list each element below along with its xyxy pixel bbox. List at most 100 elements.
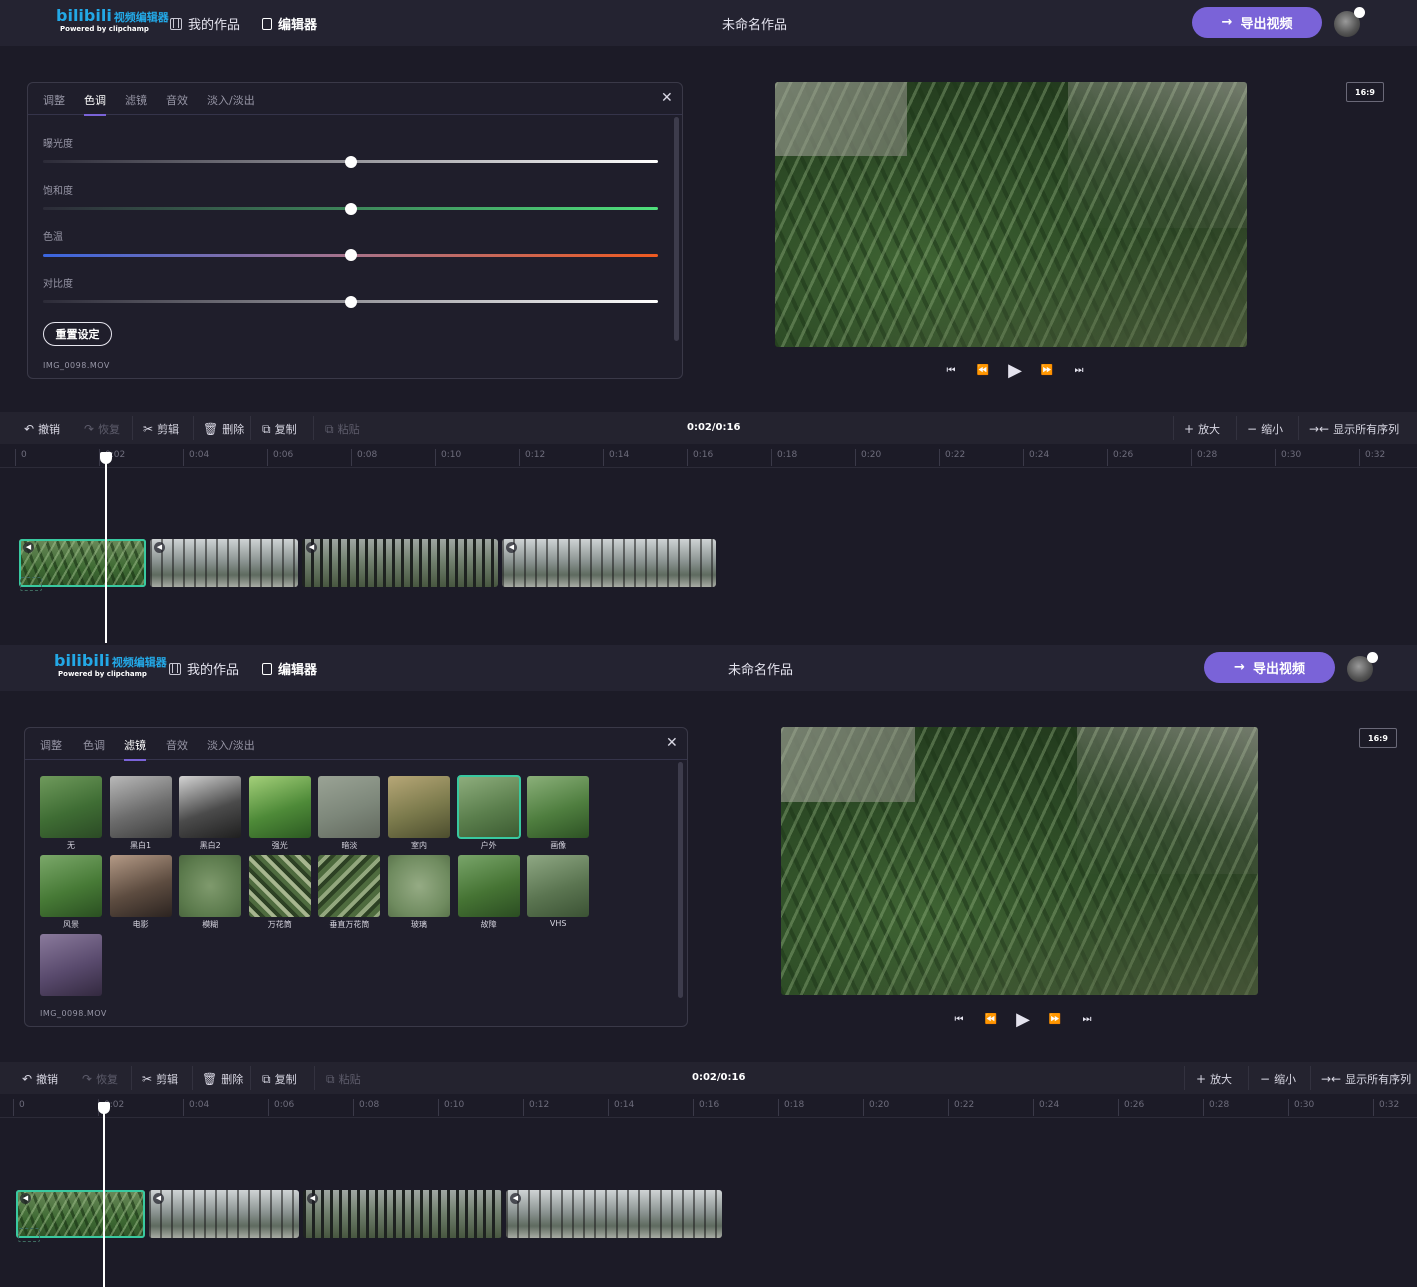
saturation-knob[interactable] xyxy=(345,203,357,215)
project-title[interactable]: 未命名作品 xyxy=(722,14,787,33)
copy-button[interactable]: ⧉ 复制 xyxy=(262,421,297,437)
skip-end-icon[interactable]: ⏭ xyxy=(1063,365,1095,376)
volume-icon[interactable]: ◀ xyxy=(20,1193,31,1204)
rewind-icon[interactable]: ⏪ xyxy=(967,365,999,376)
filter-thumbnail[interactable] xyxy=(388,776,450,838)
filter-thumbnail[interactable] xyxy=(318,855,381,917)
play-icon[interactable]: ▶ xyxy=(1007,1009,1039,1030)
filter-option[interactable]: 垂直万花筒 xyxy=(318,855,381,930)
export-button[interactable]: → 导出视频 xyxy=(1204,652,1335,683)
fast-forward-icon[interactable]: ⏩ xyxy=(1039,1014,1071,1025)
undo-button[interactable]: ↶ 撤销 xyxy=(22,1071,58,1087)
filter-option[interactable]: 玻璃 xyxy=(388,855,450,930)
filter-thumbnail[interactable] xyxy=(527,855,590,917)
zoom-out-button[interactable]: − 缩小 xyxy=(1247,421,1283,437)
filter-option[interactable]: 万花筒 xyxy=(248,855,311,930)
paste-button[interactable]: ⧉ 粘贴 xyxy=(326,1071,361,1087)
filter-option[interactable]: 风景 xyxy=(40,855,102,930)
playhead-handle[interactable] xyxy=(98,1102,110,1114)
volume-icon[interactable]: ◀ xyxy=(23,542,34,553)
nav-my-works[interactable]: 我的作品 xyxy=(170,14,240,33)
panel-scrollbar[interactable] xyxy=(674,117,679,341)
filter-thumbnail[interactable] xyxy=(456,775,521,839)
tab-fade[interactable]: 淡入/淡出 xyxy=(207,92,255,108)
filter-option[interactable]: 强光 xyxy=(248,776,311,851)
avatar[interactable] xyxy=(1334,7,1365,37)
temperature-knob[interactable] xyxy=(345,249,357,261)
filter-option[interactable]: 暗淡 xyxy=(318,776,381,851)
project-title[interactable]: 未命名作品 xyxy=(728,659,793,678)
timeline-clip[interactable]: ◀ xyxy=(302,539,498,587)
aspect-ratio-button[interactable]: 16:9 xyxy=(1346,82,1384,102)
tab-fade[interactable]: 淡入/淡出 xyxy=(207,737,255,753)
playhead[interactable] xyxy=(105,456,107,643)
filter-thumbnail[interactable] xyxy=(40,934,102,996)
cut-button[interactable]: ✂ 剪辑 xyxy=(143,421,179,437)
contrast-knob[interactable] xyxy=(345,296,357,308)
timeline-clip[interactable]: ◀ xyxy=(150,539,298,587)
reset-button[interactable]: 重置设定 xyxy=(43,322,112,346)
filter-thumbnail[interactable] xyxy=(40,855,102,917)
aspect-ratio-button[interactable]: 16:9 xyxy=(1359,728,1397,748)
app-logo[interactable]: bilibili 视频编辑器 Powered by clipchamp xyxy=(54,651,167,678)
redo-button[interactable]: ↷ 恢复 xyxy=(84,421,120,437)
tab-filters[interactable]: 滤镜 xyxy=(125,92,147,108)
filter-thumbnail[interactable] xyxy=(457,855,520,917)
filter-thumbnail[interactable] xyxy=(40,776,102,838)
video-preview[interactable] xyxy=(775,82,1247,347)
playhead-handle[interactable] xyxy=(100,452,112,464)
nav-my-works[interactable]: 我的作品 xyxy=(169,659,239,678)
tab-adjust[interactable]: 调整 xyxy=(40,737,62,753)
filter-thumbnail[interactable] xyxy=(527,776,590,838)
show-all-button[interactable]: →← 显示所有序列 xyxy=(1309,421,1399,437)
zoom-out-button[interactable]: − 缩小 xyxy=(1260,1071,1296,1087)
tab-filters[interactable]: 滤镜 xyxy=(124,737,146,761)
undo-button[interactable]: ↶ 撤销 xyxy=(24,421,60,437)
skip-start-icon[interactable]: ⏮ xyxy=(935,365,967,376)
delete-button[interactable]: 🗑 删除 xyxy=(203,421,244,437)
tab-adjust[interactable]: 调整 xyxy=(43,92,65,108)
export-button[interactable]: → 导出视频 xyxy=(1192,7,1322,38)
volume-icon[interactable]: ◀ xyxy=(510,1193,521,1204)
app-logo[interactable]: bilibili 视频编辑器 Powered by clipchamp xyxy=(56,6,169,33)
close-icon[interactable]: ✕ xyxy=(666,735,678,751)
filter-option[interactable]: 无 xyxy=(40,776,102,851)
filter-thumbnail[interactable] xyxy=(179,855,242,917)
filter-option[interactable] xyxy=(40,934,102,998)
zoom-in-button[interactable]: + 放大 xyxy=(1196,1071,1232,1087)
filter-option[interactable]: 模糊 xyxy=(179,855,242,930)
cut-button[interactable]: ✂ 剪辑 xyxy=(142,1071,178,1087)
filter-option[interactable]: 电影 xyxy=(109,855,172,930)
tab-audio[interactable]: 音效 xyxy=(166,92,188,108)
filter-option[interactable]: VHS xyxy=(527,855,590,928)
volume-icon[interactable]: ◀ xyxy=(506,542,517,553)
filter-option[interactable]: 黑白2 xyxy=(179,776,242,851)
timeline-ruler[interactable]: 0 0:02 0:04 0:06 0:08 0:10 0:12 0:14 0:16 0:18 0:2… xyxy=(0,1096,1417,1118)
filter-option[interactable]: 户外 xyxy=(456,775,521,851)
skip-start-icon[interactable]: ⏮ xyxy=(943,1014,975,1025)
video-preview[interactable] xyxy=(781,727,1258,995)
paste-button[interactable]: ⧉ 粘贴 xyxy=(325,421,360,437)
tab-audio[interactable]: 音效 xyxy=(166,737,188,753)
filter-thumbnail[interactable] xyxy=(179,776,242,838)
rewind-icon[interactable]: ⏪ xyxy=(975,1014,1007,1025)
filter-thumbnail[interactable] xyxy=(248,776,311,838)
fast-forward-icon[interactable]: ⏩ xyxy=(1031,365,1063,376)
filter-option[interactable]: 室内 xyxy=(388,776,450,851)
volume-icon[interactable]: ◀ xyxy=(307,1193,318,1204)
filter-thumbnail[interactable] xyxy=(248,855,311,917)
playhead[interactable] xyxy=(103,1106,105,1287)
filter-thumbnail[interactable] xyxy=(318,776,381,838)
tab-color[interactable]: 色调 xyxy=(84,92,106,116)
timeline-ruler[interactable]: 0 0:02 0:04 0:06 0:08 0:10 0:12 0:14 0:16 0:18 0:2… xyxy=(0,446,1417,468)
play-icon[interactable]: ▶ xyxy=(999,360,1031,381)
tab-color[interactable]: 色调 xyxy=(83,737,105,753)
filter-thumbnail[interactable] xyxy=(388,855,450,917)
exposure-knob[interactable] xyxy=(345,156,357,168)
close-icon[interactable]: ✕ xyxy=(661,90,673,106)
show-all-button[interactable]: →← 显示所有序列 xyxy=(1321,1071,1411,1087)
nav-editor[interactable]: 编辑器 xyxy=(262,659,317,678)
timeline-clip[interactable]: ◀ xyxy=(303,1190,502,1238)
filter-thumbnail[interactable] xyxy=(109,855,172,917)
volume-icon[interactable]: ◀ xyxy=(306,542,317,553)
